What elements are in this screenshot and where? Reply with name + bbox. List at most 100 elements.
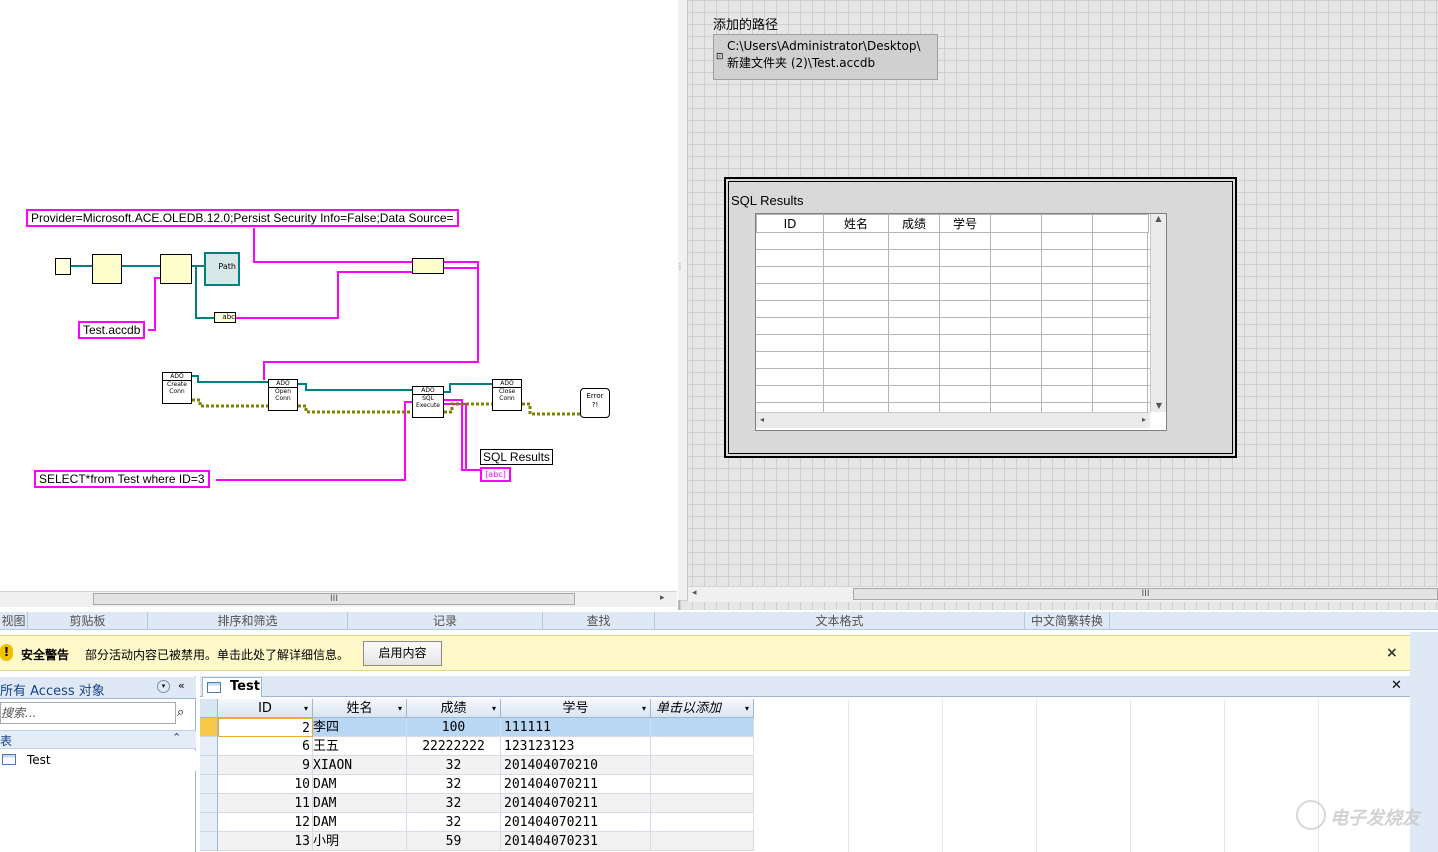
cell-sno[interactable]: 201404070211 xyxy=(501,794,651,813)
column-header-id[interactable]: ID ▾ xyxy=(218,699,313,718)
cell-score[interactable]: 32 xyxy=(407,813,501,832)
build-path-node[interactable] xyxy=(160,254,192,284)
cell-score[interactable]: 32 xyxy=(407,794,501,813)
row-selector[interactable] xyxy=(200,775,218,794)
search-icon[interactable]: ⌕ xyxy=(177,705,184,720)
cell-add[interactable] xyxy=(651,718,754,737)
cell-add[interactable] xyxy=(651,794,754,813)
ribbon-group-chinese-conversion[interactable]: 中文简繁转换 xyxy=(1025,612,1110,630)
cell-sno[interactable]: 201404070210 xyxy=(501,756,651,775)
ado-create-conn-vi[interactable]: ADO Create Conn xyxy=(162,372,192,404)
cell-id[interactable]: 6 xyxy=(218,737,313,756)
row-selector[interactable] xyxy=(200,832,218,851)
front-panel-hscroll-thumb[interactable]: III xyxy=(853,588,1438,600)
cell-add[interactable] xyxy=(651,775,754,794)
collapse-group-icon[interactable]: ⌃ xyxy=(172,731,181,744)
scroll-right-arrow-icon[interactable]: ▸ xyxy=(1142,415,1146,424)
row-selector[interactable] xyxy=(200,737,218,756)
sql-query-constant[interactable]: SELECT*from Test where ID=3 xyxy=(34,470,210,488)
ribbon-group-records[interactable]: 记录 xyxy=(348,612,543,630)
cell-add[interactable] xyxy=(651,832,754,851)
cell-name[interactable]: 小明 xyxy=(313,832,407,851)
filter-arrow-icon[interactable]: ▾ xyxy=(304,699,308,718)
cell-sno[interactable]: 201404070231 xyxy=(501,832,651,851)
ribbon-group-clipboard[interactable]: 剪贴板 xyxy=(28,612,148,630)
cell-score[interactable]: 100 xyxy=(407,718,501,737)
cell-name[interactable]: DAM xyxy=(313,813,407,832)
sql-results-indicator[interactable]: [abc] xyxy=(480,467,511,482)
scroll-left-arrow-icon[interactable]: ◂ xyxy=(760,415,764,424)
row-selector[interactable] xyxy=(200,794,218,813)
cell-add[interactable] xyxy=(651,737,754,756)
ado-open-conn-vi[interactable]: ADO Open Conn xyxy=(268,379,298,411)
ado-sql-execute-vi[interactable]: ADO SQL Execute xyxy=(412,386,444,418)
ribbon-group-sort-filter[interactable]: 排序和筛选 xyxy=(148,612,348,630)
row-selector[interactable] xyxy=(200,813,218,832)
cell-score[interactable]: 59 xyxy=(407,832,501,851)
cell-id[interactable]: 9 xyxy=(218,756,313,775)
table-row[interactable]: 12 DAM 32 201404070211 xyxy=(200,813,754,832)
filter-arrow-icon[interactable]: ▾ xyxy=(398,699,402,718)
close-tab-icon[interactable]: ✕ xyxy=(1391,678,1402,693)
row-selector[interactable] xyxy=(200,756,218,775)
simple-error-handler-vi[interactable]: Error ?! xyxy=(580,388,610,418)
strip-path-node[interactable] xyxy=(92,254,122,284)
splitter-grip-icon[interactable]: ⋮ xyxy=(676,262,684,271)
current-vi-path-node[interactable] xyxy=(55,258,71,275)
cell-name[interactable]: DAM xyxy=(313,794,407,813)
column-header-sno[interactable]: 学号 ▾ xyxy=(501,699,651,718)
table-row[interactable]: 6 王五 22222222 123123123 xyxy=(200,737,754,756)
table-row[interactable]: 13 小明 59 201404070231 xyxy=(200,832,754,851)
cell-sno[interactable]: 123123123 xyxy=(501,737,651,756)
cell-name[interactable]: DAM xyxy=(313,775,407,794)
cell-id[interactable]: 11 xyxy=(218,794,313,813)
filter-arrow-icon[interactable]: ▾ xyxy=(745,699,749,718)
cell-id[interactable]: 10 xyxy=(218,775,313,794)
front-panel-vscrollbar[interactable] xyxy=(678,0,688,600)
cell-name[interactable]: 李四 xyxy=(313,718,407,737)
cell-id[interactable]: 12 xyxy=(218,813,313,832)
column-header-add[interactable]: 单击以添加 ▾ xyxy=(651,699,754,718)
select-all-corner[interactable] xyxy=(200,699,218,718)
sql-table-vscrollbar[interactable]: ▲ ▼ xyxy=(1150,214,1166,412)
cell-id[interactable]: 13 xyxy=(218,832,313,851)
table-row[interactable]: 9 XIAON 32 201404070210 xyxy=(200,756,754,775)
filename-constant[interactable]: Test.accdb xyxy=(78,321,146,339)
sql-table-hscrollbar[interactable]: ◂ ▸ xyxy=(756,412,1150,428)
table-row[interactable]: 11 DAM 32 201404070211 xyxy=(200,794,754,813)
row-selector-current[interactable] xyxy=(200,718,218,737)
column-header-score[interactable]: 成绩 ▾ xyxy=(407,699,501,718)
ribbon-group-view[interactable]: 视图 xyxy=(0,612,28,630)
nav-item-test[interactable]: Test xyxy=(0,751,196,771)
cell-add[interactable] xyxy=(651,756,754,775)
nav-menu-dropdown-icon[interactable]: ▾ xyxy=(157,680,170,693)
table-row[interactable]: 10 DAM 32 201404070211 xyxy=(200,775,754,794)
ribbon-group-find[interactable]: 查找 xyxy=(543,612,655,630)
path-to-string-node[interactable]: abc xyxy=(214,312,236,323)
cell-sno[interactable]: 201404070211 xyxy=(501,775,651,794)
scroll-down-arrow-icon[interactable]: ▼ xyxy=(1151,401,1167,410)
scroll-left-arrow-icon[interactable]: ◂ xyxy=(692,588,697,598)
column-header-name[interactable]: 姓名 ▾ xyxy=(313,699,407,718)
enable-content-button[interactable]: 启用内容 xyxy=(363,641,442,666)
block-diagram-hscroll-thumb[interactable]: III xyxy=(93,593,575,605)
cell-sno[interactable]: 111111 xyxy=(501,718,651,737)
nav-group-bar[interactable] xyxy=(0,730,196,749)
path-browse-icon[interactable]: ⊡ xyxy=(716,52,724,62)
ado-close-conn-vi[interactable]: ADO Close Conn xyxy=(492,379,522,411)
cell-name[interactable]: XIAON xyxy=(313,756,407,775)
scroll-right-arrow-icon[interactable]: ▸ xyxy=(660,593,665,603)
cell-score[interactable]: 32 xyxy=(407,775,501,794)
concatenate-strings-node[interactable] xyxy=(412,258,444,274)
nav-search-input[interactable]: 搜索... xyxy=(0,702,176,724)
sql-results-table[interactable]: ID 姓名 成绩 学号 xyxy=(755,213,1167,431)
nav-collapse-icon[interactable]: « xyxy=(178,679,185,692)
security-warning-message[interactable]: 部分活动内容已被禁用。单击此处了解详细信息。 xyxy=(85,646,349,663)
cell-name[interactable]: 王五 xyxy=(313,737,407,756)
path-indicator[interactable]: Path xyxy=(204,252,240,286)
connection-string-constant[interactable]: Provider=Microsoft.ACE.OLEDB.12.0;Persis… xyxy=(26,209,459,227)
table-row[interactable]: 2 李四 100 111111 xyxy=(200,718,754,737)
tab-test[interactable]: Test xyxy=(202,677,262,697)
cell-score[interactable]: 32 xyxy=(407,756,501,775)
cell-sno[interactable]: 201404070211 xyxy=(501,813,651,832)
